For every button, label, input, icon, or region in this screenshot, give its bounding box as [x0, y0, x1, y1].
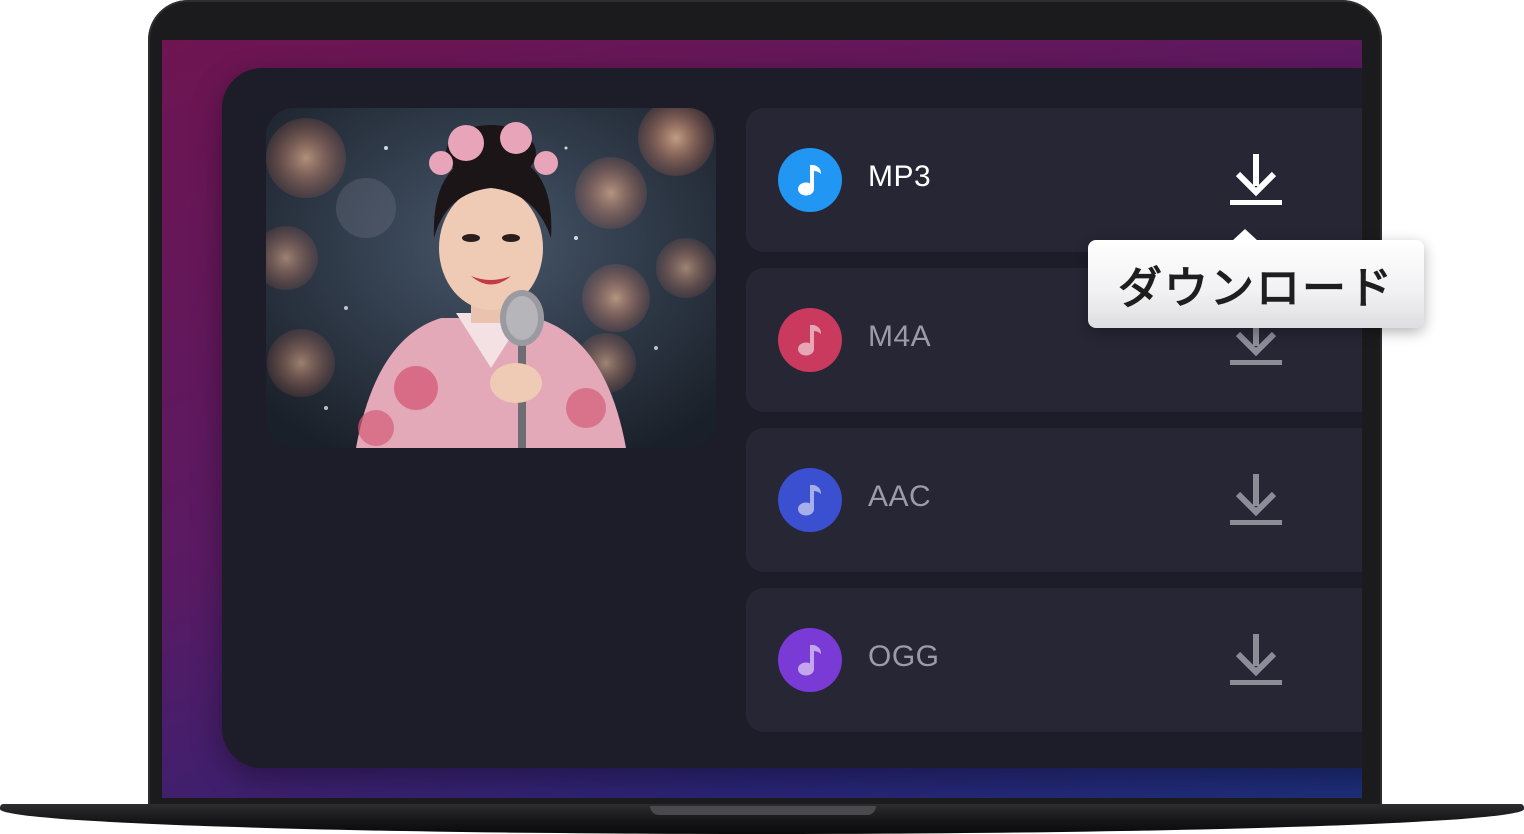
music-note-icon	[778, 148, 842, 212]
format-row-aac: AAC	[746, 428, 1362, 572]
download-icon	[1230, 154, 1282, 205]
format-label: AAC	[868, 480, 932, 513]
format-row-mp3: MP3	[746, 108, 1362, 252]
music-note-icon	[778, 628, 842, 692]
music-note-icon	[778, 308, 842, 372]
format-row-ogg: OGG	[746, 588, 1362, 732]
download-tooltip: ダウンロード	[1088, 229, 1424, 328]
download-panel: MP3 M4A AAC OGG	[222, 68, 1362, 768]
format-label: OGG	[868, 640, 940, 673]
format-label: MP3	[868, 160, 932, 193]
music-note-icon	[778, 468, 842, 532]
download-button-aac[interactable]	[1224, 468, 1288, 532]
app-screen: MP3 M4A AAC OGG	[162, 40, 1362, 798]
laptop-notch	[650, 806, 876, 815]
download-icon	[1230, 474, 1282, 525]
format-label: M4A	[868, 320, 932, 353]
download-button-ogg[interactable]	[1224, 628, 1288, 692]
tooltip-text: ダウンロード	[1118, 263, 1394, 314]
singer-image	[266, 108, 716, 448]
download-button-mp3[interactable]	[1224, 148, 1288, 212]
download-icon	[1230, 634, 1282, 685]
media-thumbnail	[266, 108, 716, 448]
